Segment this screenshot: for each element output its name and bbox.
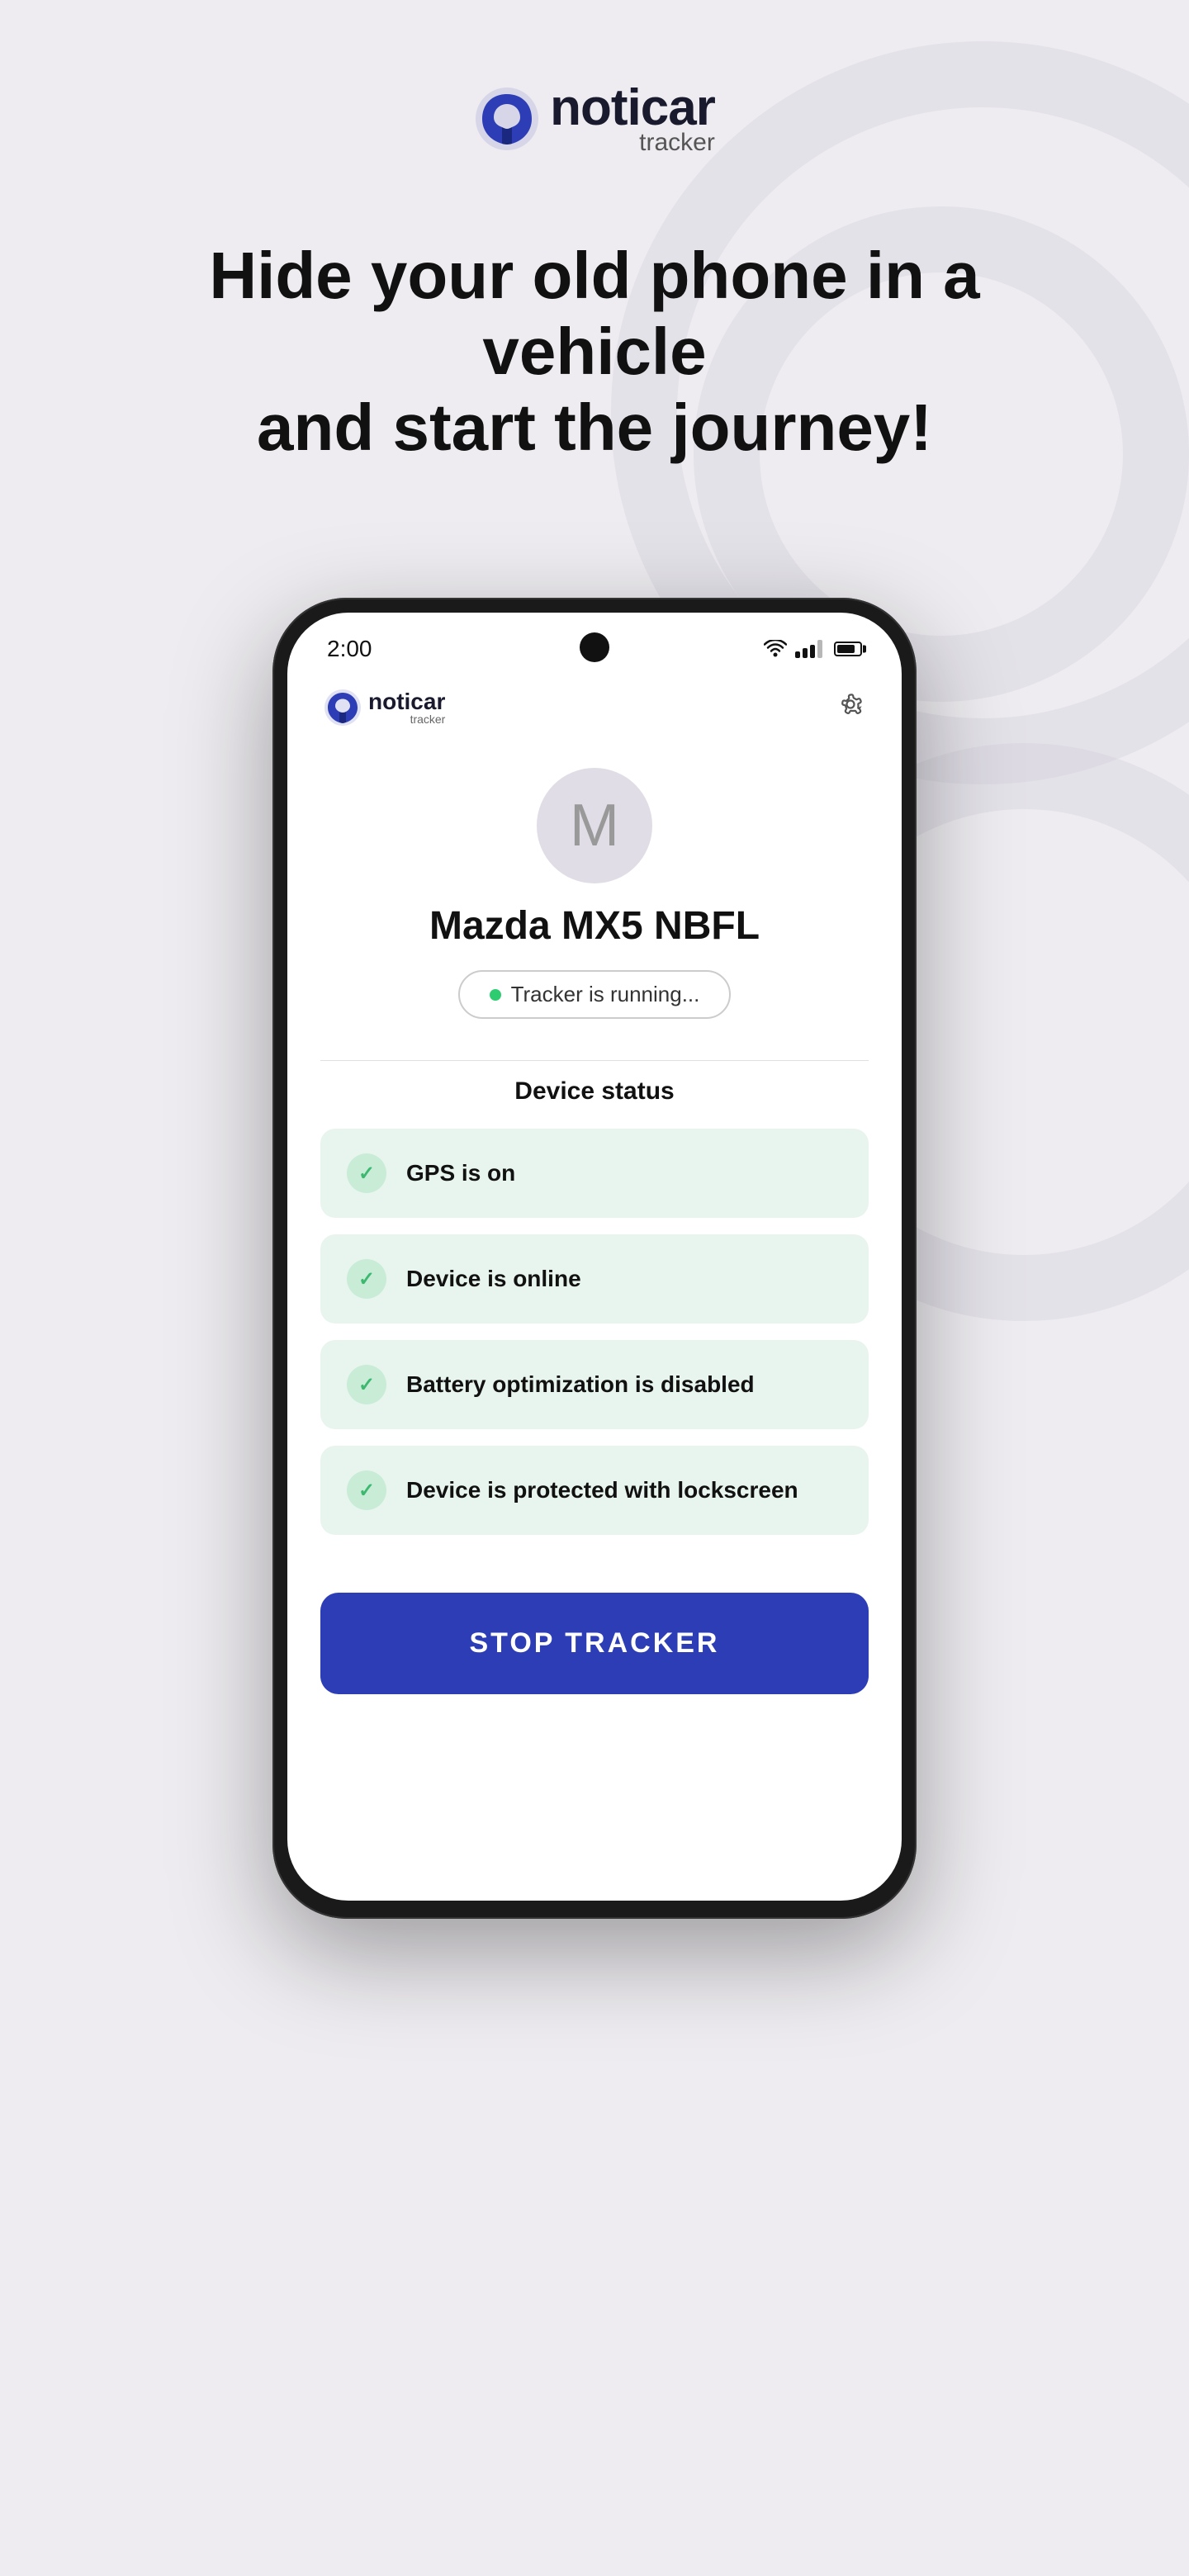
logo-text-group: noticar tracker: [550, 83, 715, 155]
phone-frame: 2:00: [272, 598, 917, 1919]
status-item-gps: ✓ GPS is on: [320, 1129, 869, 1218]
top-logo-area: noticar tracker: [474, 83, 715, 155]
tracker-status-badge: Tracker is running...: [458, 970, 732, 1019]
vehicle-avatar: M: [537, 768, 652, 883]
section-divider: [320, 1060, 869, 1061]
phone-screen: 2:00: [287, 613, 902, 1901]
vehicle-name: Mazda MX5 NBFL: [429, 903, 760, 949]
status-item-battery-text: Battery optimization is disabled: [406, 1371, 755, 1398]
app-logo-icon: [324, 689, 362, 727]
logo-noticar-text: noticar: [550, 83, 715, 134]
logo-container: noticar tracker: [474, 83, 715, 155]
status-item-online-text: Device is online: [406, 1266, 581, 1292]
check-icon-battery: ✓: [358, 1373, 375, 1397]
hero-line1: Hide your old phone in a vehicle: [209, 239, 979, 388]
wifi-icon: [764, 640, 787, 658]
device-status-title: Device status: [320, 1077, 869, 1106]
app-logo-small: noticar tracker: [324, 689, 445, 727]
status-icons: [764, 640, 862, 658]
vehicle-avatar-letter: M: [570, 792, 619, 859]
vehicle-section: M Mazda MX5 NBFL Tracker is running...: [287, 751, 902, 1044]
check-circle-online: ✓: [347, 1259, 386, 1299]
logo-tracker-text: tracker: [639, 130, 715, 155]
tracker-status-text: Tracker is running...: [511, 982, 700, 1007]
status-item-lockscreen: ✓ Device is protected with lockscreen: [320, 1446, 869, 1535]
check-icon-online: ✓: [358, 1267, 375, 1291]
phone-bottom-padding: [287, 1744, 902, 1777]
logo-icon: [474, 86, 540, 152]
battery-icon: [834, 642, 862, 656]
status-bar: 2:00: [287, 613, 902, 672]
hero-line2: and start the journey!: [257, 391, 932, 464]
check-icon-gps: ✓: [358, 1162, 375, 1186]
app-logo-tracker: tracker: [410, 713, 446, 725]
phone-wrapper: 2:00: [272, 598, 917, 1919]
status-item-battery: ✓ Battery optimization is disabled: [320, 1340, 869, 1429]
app-logo-text: noticar tracker: [368, 690, 445, 725]
status-dot-green: [490, 989, 501, 1001]
status-item-online: ✓ Device is online: [320, 1234, 869, 1324]
status-item-lockscreen-text: Device is protected with lockscreen: [406, 1477, 798, 1503]
stop-tracker-label: STOP TRACKER: [469, 1627, 719, 1659]
check-icon-lockscreen: ✓: [358, 1479, 375, 1503]
hero-text: Hide your old phone in a vehicle and sta…: [140, 238, 1049, 466]
status-time: 2:00: [327, 636, 372, 662]
app-header: noticar tracker: [287, 672, 902, 751]
check-circle-battery: ✓: [347, 1365, 386, 1404]
settings-icon[interactable]: [836, 689, 865, 727]
check-circle-lockscreen: ✓: [347, 1470, 386, 1510]
signal-icon: [795, 640, 822, 658]
status-item-gps-text: GPS is on: [406, 1160, 515, 1186]
app-logo-noticar: noticar: [368, 690, 445, 713]
device-status-section: Device status ✓ GPS is on ✓ Device is on…: [287, 1077, 902, 1584]
camera-cutout: [580, 632, 609, 662]
check-circle-gps: ✓: [347, 1153, 386, 1193]
stop-tracker-button[interactable]: STOP TRACKER: [320, 1593, 869, 1694]
